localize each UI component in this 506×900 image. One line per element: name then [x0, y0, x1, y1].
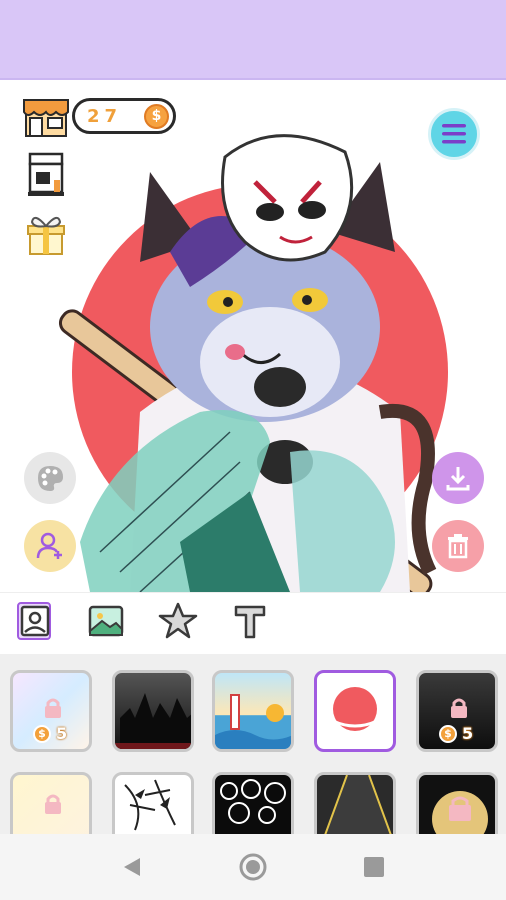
price-value: 5 [56, 724, 68, 743]
text-icon [234, 605, 266, 639]
download-icon [446, 467, 470, 491]
tab-sticker[interactable] [156, 599, 200, 643]
bg-tile-road[interactable] [314, 772, 396, 834]
coin-icon: $ [439, 724, 457, 743]
tab-background[interactable] [84, 599, 128, 643]
home-icon[interactable] [238, 852, 268, 882]
road-thumbnail [324, 775, 392, 834]
moon-thumbnail [432, 791, 488, 834]
coin-balance: 27 $ [72, 98, 176, 134]
background-tab-icon [88, 605, 124, 637]
bg-tile-red-sun[interactable] [314, 670, 396, 752]
bg-tile-cream-pattern[interactable] [10, 772, 92, 834]
coin-count: 27 [87, 106, 123, 127]
character-avatar[interactable] [80, 112, 460, 592]
red-sun-thumbnail [332, 687, 378, 731]
back-icon[interactable] [120, 855, 144, 879]
character-tab-icon [17, 602, 51, 640]
character-stage[interactable] [0, 82, 506, 592]
tab-character[interactable] [12, 599, 56, 643]
palette-button[interactable] [24, 452, 76, 504]
background-grid: $ 5 $ 5 [0, 654, 506, 834]
lighthouse-thumbnail [215, 694, 291, 749]
recents-icon[interactable] [363, 856, 385, 878]
bg-tile-bamboo[interactable] [112, 772, 194, 834]
castle-thumbnail [115, 693, 191, 749]
bg-tile-bubbles[interactable] [212, 772, 294, 834]
download-button[interactable] [432, 452, 484, 504]
bg-tile-pastel-sparkle[interactable]: $ 5 [10, 670, 92, 752]
bg-tile-seaside-lighthouse[interactable] [212, 670, 294, 752]
trash-icon [448, 534, 468, 559]
lock-icon [451, 698, 467, 718]
price-tag: $ 5 [33, 724, 67, 743]
lock-icon [45, 698, 61, 718]
tab-text[interactable] [228, 599, 272, 643]
delete-button[interactable] [432, 520, 484, 572]
coin-icon: $ [33, 724, 51, 743]
bamboo-thumbnail [124, 779, 176, 831]
system-nav-bar [0, 834, 506, 900]
add-character-button[interactable] [24, 520, 76, 572]
palette-icon [38, 466, 63, 491]
bg-tile-dark-castle[interactable] [112, 670, 194, 752]
bg-tile-night-scene[interactable]: $ 5 [416, 670, 498, 752]
lock-icon [45, 794, 61, 814]
gift-icon[interactable] [22, 210, 70, 258]
category-tabbar [0, 592, 506, 652]
add-person-icon [36, 532, 62, 559]
star-icon [158, 602, 198, 639]
coin-icon: $ [144, 104, 169, 129]
top-bar [0, 0, 506, 80]
bubbles-thumbnail [220, 779, 286, 824]
menu-icon [442, 124, 466, 144]
coffee-machine-icon[interactable] [22, 150, 70, 198]
menu-button[interactable] [428, 108, 480, 160]
shop-icon[interactable] [22, 92, 70, 140]
bg-tile-moon[interactable] [416, 772, 498, 834]
price-value: 5 [462, 724, 474, 743]
price-tag: $ 5 [439, 724, 473, 743]
